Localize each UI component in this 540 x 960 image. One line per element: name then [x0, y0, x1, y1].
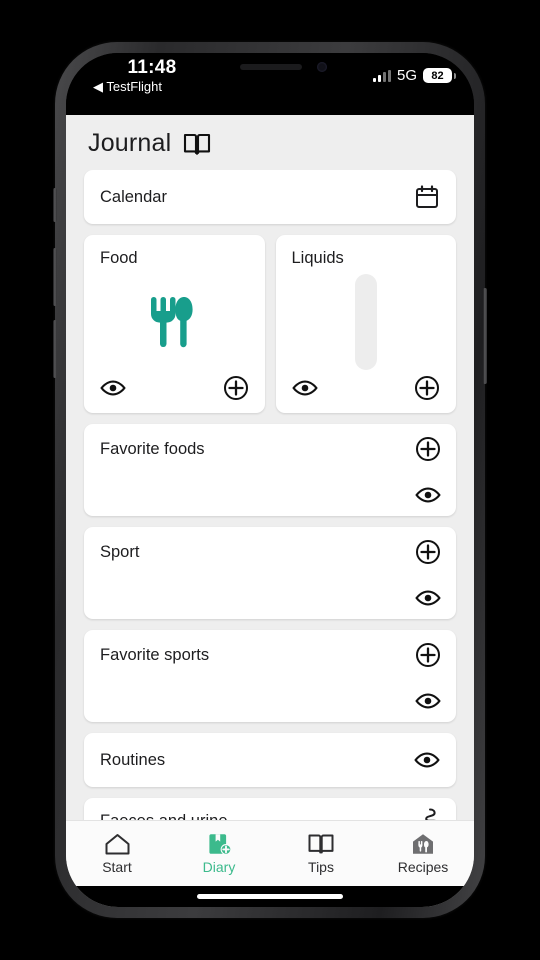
status-bar-left: 11:48 ◀ TestFlight [92, 57, 212, 95]
journal-card-list[interactable]: Calendar Food Liquids Favorite foods Spo… [66, 170, 474, 820]
fork-knife-icon [100, 268, 249, 375]
status-time: 11:48 [127, 57, 177, 78]
plus-circle-icon[interactable] [415, 642, 441, 668]
plus-circle-icon[interactable] [415, 436, 441, 462]
eye-icon[interactable] [100, 379, 126, 397]
front-camera [317, 62, 327, 72]
home-indicator-area [66, 885, 474, 907]
tab-label: Start [102, 858, 132, 875]
page-title: Journal [88, 129, 172, 157]
volume-down-button[interactable] [53, 320, 57, 378]
plus-circle-icon[interactable] [223, 375, 249, 401]
tab-diary[interactable]: Diary [168, 832, 270, 875]
card-actions [291, 375, 441, 401]
status-bar: 11:48 ◀ TestFlight 5G 82 [66, 53, 474, 115]
tab-recipes[interactable]: Recipes [372, 832, 474, 875]
earpiece-speaker [240, 64, 302, 70]
volume-up-button[interactable] [53, 248, 57, 306]
card-actions [100, 375, 249, 401]
card-routines[interactable]: Routines [84, 733, 456, 787]
home-icon [104, 832, 131, 856]
bottom-tab-bar: Start Diary Tips Recipes [66, 819, 474, 886]
card-title: Favorite foods [100, 440, 205, 458]
card-liquids[interactable]: Liquids [275, 235, 456, 413]
tab-label: Tips [308, 858, 334, 875]
card-favorite-sports[interactable]: Favorite sports [84, 630, 456, 722]
tab-tips[interactable]: Tips [270, 832, 372, 875]
signal-bars-icon [372, 69, 391, 82]
eye-icon[interactable] [291, 379, 318, 397]
house-cutlery-icon [410, 832, 436, 856]
calendar-icon[interactable] [414, 184, 440, 210]
liquid-gauge-icon [292, 268, 441, 375]
card-title: Routines [100, 750, 166, 769]
network-type-label: 5G [396, 67, 417, 84]
eye-icon[interactable] [415, 486, 441, 504]
stool-icon[interactable] [414, 806, 442, 820]
power-button[interactable] [483, 288, 487, 384]
tab-start[interactable]: Start [66, 832, 168, 875]
plus-circle-icon[interactable] [415, 539, 441, 565]
phone-screen: 11:48 ◀ TestFlight 5G 82 Journal Calenda… [66, 53, 474, 907]
app-screen: Journal Calendar Food Liquids Favorite f… [66, 115, 474, 907]
diary-add-icon [206, 832, 233, 856]
card-title: Sport [100, 543, 140, 561]
card-favorite-foods[interactable]: Favorite foods [84, 424, 456, 516]
notch [196, 53, 344, 83]
card-title: Calendar [100, 187, 167, 206]
tab-label: Diary [202, 858, 236, 875]
home-indicator[interactable] [197, 893, 343, 899]
card-faeces-and-urine[interactable]: Faeces and urine [84, 798, 456, 820]
card-title: Favorite sports [100, 646, 210, 664]
eye-icon[interactable] [415, 692, 441, 710]
card-calendar[interactable]: Calendar [84, 170, 456, 224]
eye-icon[interactable] [414, 751, 440, 769]
card-food[interactable]: Food [84, 235, 265, 413]
open-book-icon [307, 832, 335, 856]
tab-label: Recipes [397, 858, 449, 875]
silent-switch[interactable] [53, 188, 57, 222]
battery-percent-label: 82 [431, 69, 444, 82]
plus-circle-icon[interactable] [414, 375, 440, 401]
phone-frame: 11:48 ◀ TestFlight 5G 82 Journal Calenda… [53, 42, 487, 918]
eye-icon[interactable] [415, 589, 441, 607]
app-header: Journal [66, 115, 474, 170]
card-title: Food [100, 249, 138, 267]
card-sport[interactable]: Sport [84, 527, 456, 619]
battery-icon: 82 [423, 68, 456, 83]
card-title: Liquids [291, 249, 344, 267]
open-book-icon [183, 132, 211, 156]
card-title: Faeces and urine [100, 812, 228, 820]
tile-row: Food Liquids [84, 235, 456, 413]
return-to-testflight-link[interactable]: ◀ TestFlight [92, 79, 212, 95]
status-bar-right: 5G 82 [372, 67, 456, 84]
